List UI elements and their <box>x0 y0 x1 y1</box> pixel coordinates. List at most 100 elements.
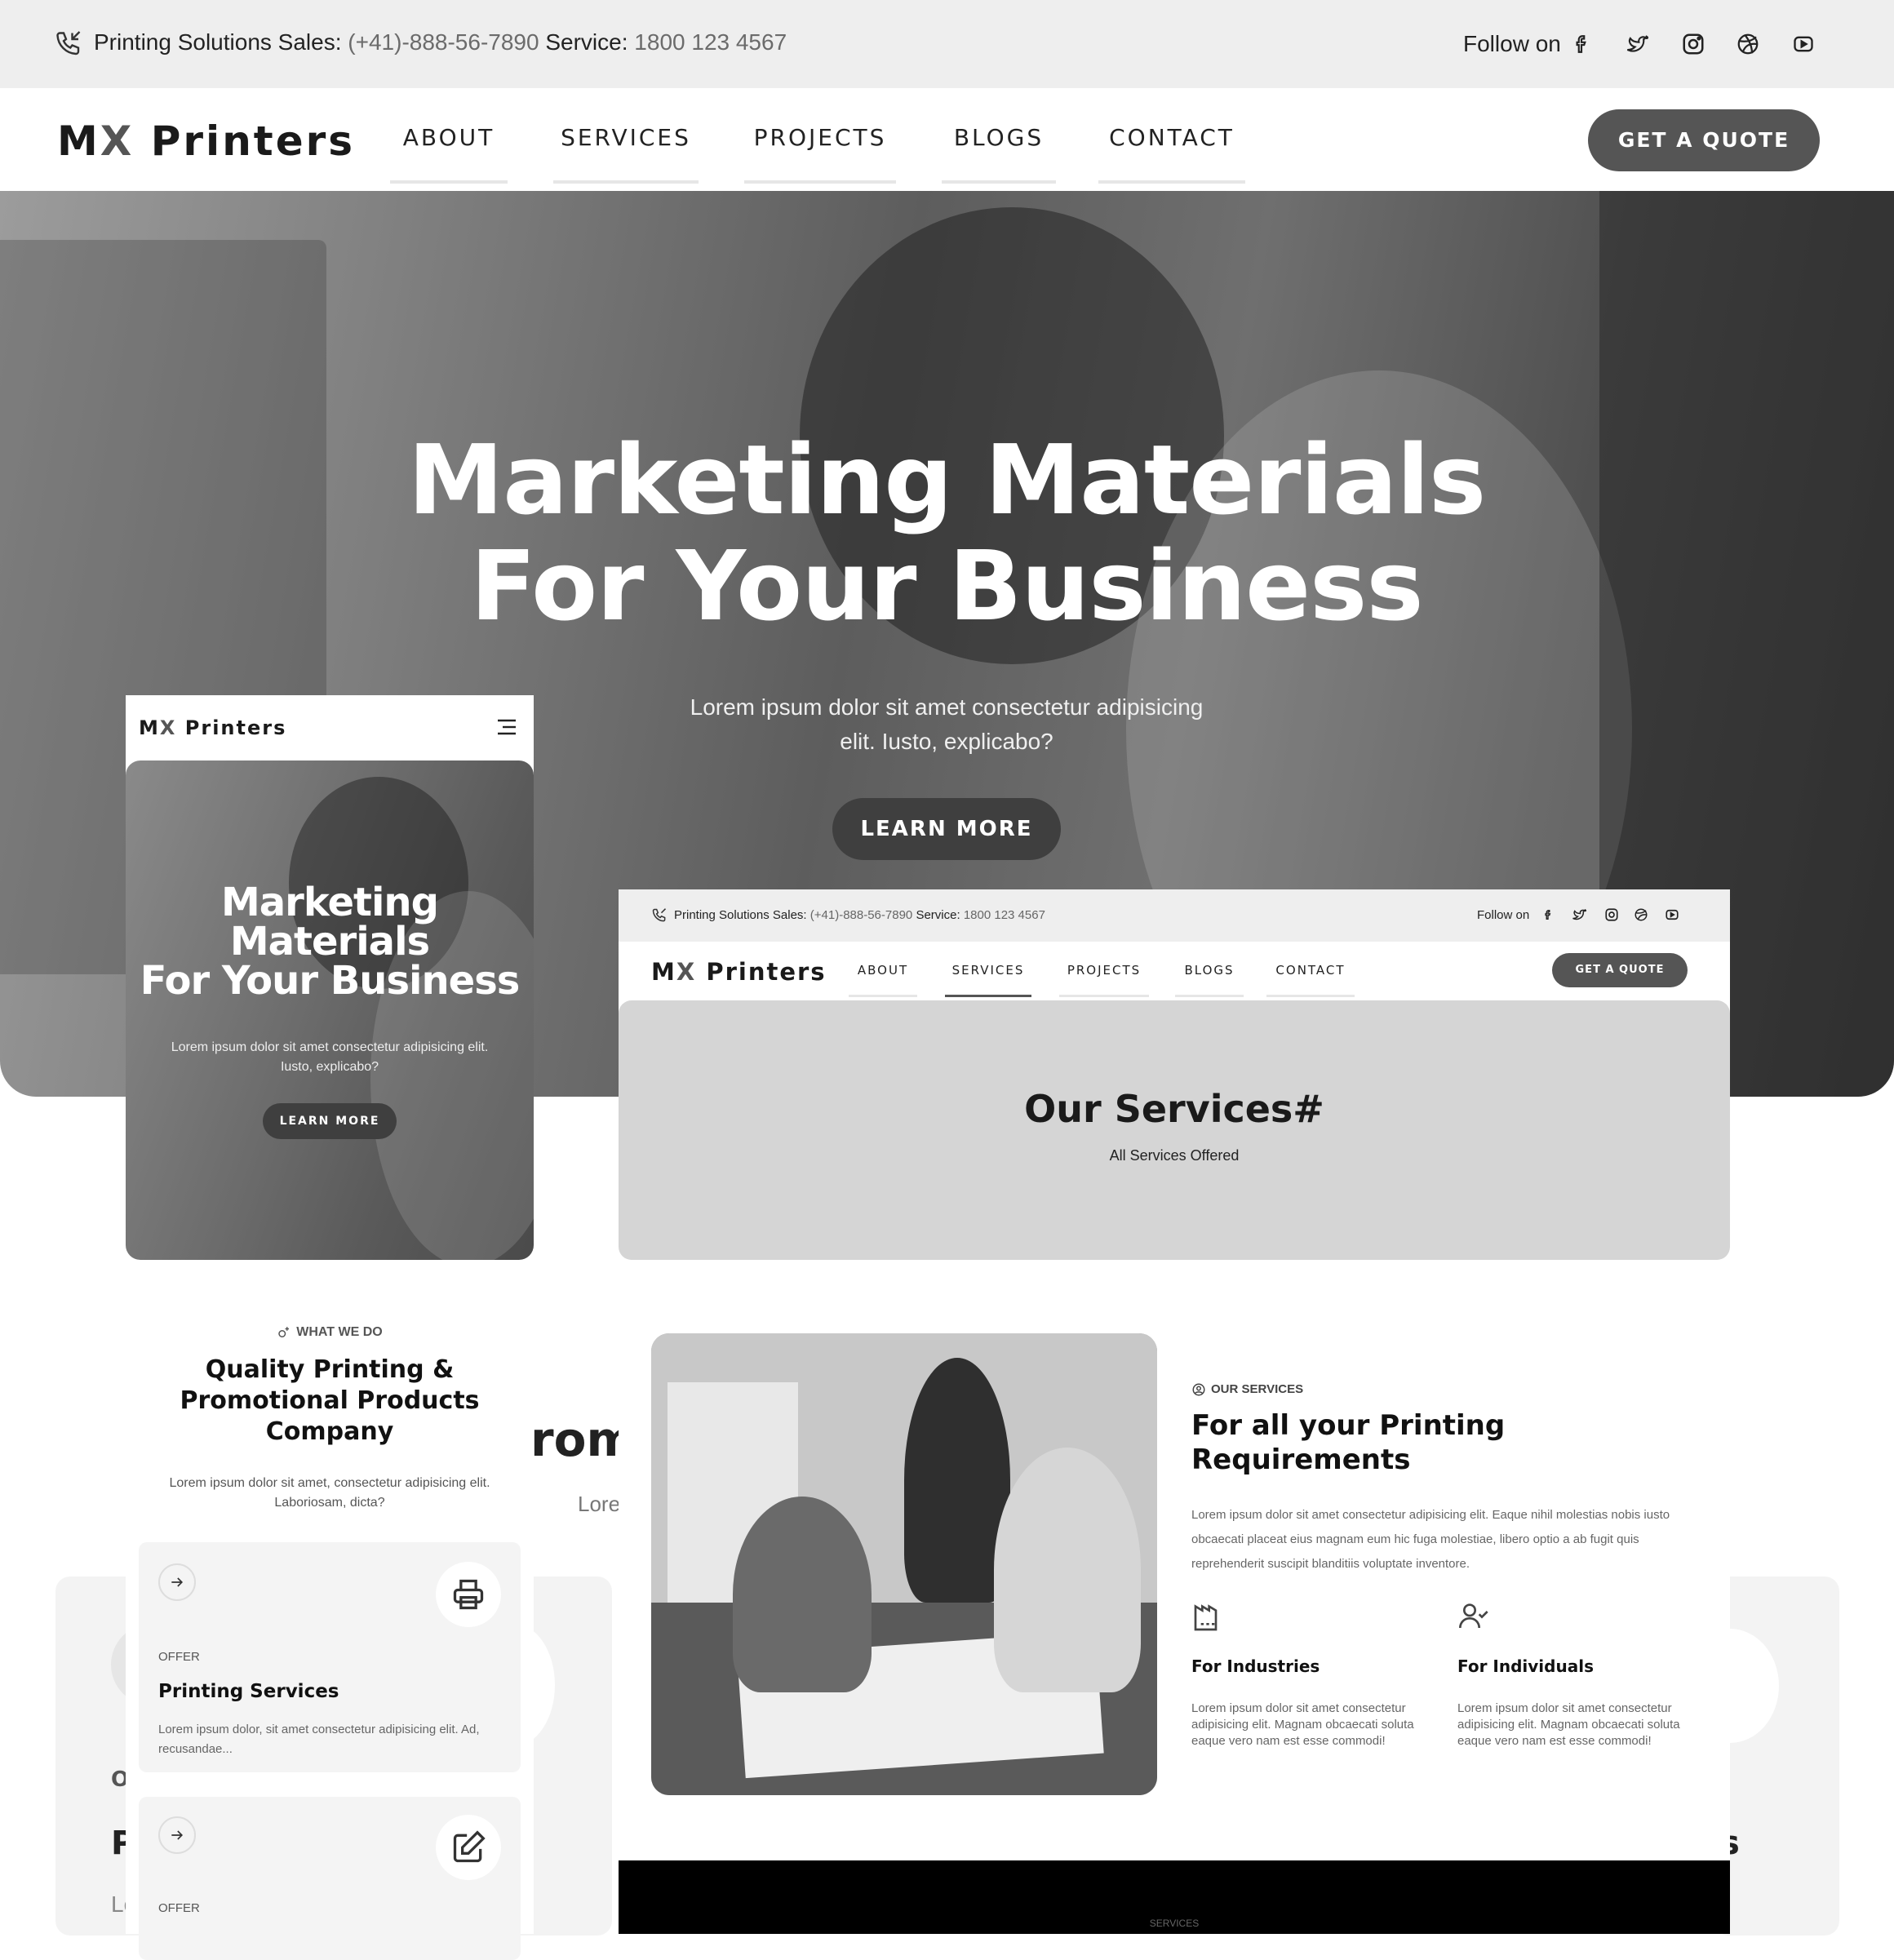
nav-contact[interactable]: CONTACT <box>1266 963 1355 997</box>
sales-number[interactable]: (+41)-888-56-7890 <box>810 908 913 922</box>
sparkle-icon <box>277 1325 291 1340</box>
logo-m: M <box>139 716 160 739</box>
get-quote-button[interactable]: GET A QUOTE <box>1552 953 1688 987</box>
hero-title: Marketing Materials For Your Business <box>294 423 1599 642</box>
background-text: Lore <box>578 1492 621 1516</box>
nav-services-active[interactable]: SERVICES <box>945 963 1031 997</box>
nav-projects[interactable]: PROJECTS <box>744 124 896 184</box>
what-we-do-tag: WHAT WE DO <box>126 1325 534 1340</box>
nav-services[interactable]: SERVICES <box>553 124 699 184</box>
hero-title-line: Marketing Materials <box>407 423 1486 536</box>
learn-more-button[interactable]: LEARN MORE <box>832 798 1061 860</box>
sales-number[interactable]: (+41)-888-56-7890 <box>348 29 539 55</box>
get-quote-button[interactable]: GET A QUOTE <box>1588 109 1820 171</box>
nav-blogs[interactable]: BLOGS <box>942 124 1056 184</box>
offer-tag: OFFER <box>158 1901 200 1915</box>
hero-subtitle: Lorem ipsum dolor sit amet consectetur a… <box>637 690 1257 759</box>
nav-underline <box>1175 995 1244 997</box>
hero-title-line: For Your Business <box>470 529 1423 642</box>
instagram-icon[interactable] <box>1604 907 1619 922</box>
feature-title: For Industries <box>1191 1656 1320 1676</box>
nav-projects-label: PROJECTS <box>1067 963 1142 978</box>
arrow-right-icon[interactable] <box>158 1563 196 1601</box>
nav-projects[interactable]: PROJECTS <box>1059 963 1149 997</box>
arrow-right-icon[interactable] <box>158 1816 196 1854</box>
nav-about[interactable]: ABOUT <box>390 124 508 184</box>
our-services-tag: OUR SERVICES <box>1191 1382 1303 1397</box>
nav-underline <box>1059 995 1149 997</box>
offer-card[interactable]: OFFER Printing Services Lorem ipsum dolo… <box>139 1542 521 1772</box>
logo-x: X <box>100 118 135 165</box>
facebook-icon[interactable] <box>1542 907 1554 922</box>
service-label: Service: <box>916 908 960 922</box>
services-desc: Lorem ipsum dolor sit amet consectetur a… <box>1191 1508 1670 1571</box>
nav-projects-label: PROJECTS <box>753 124 887 151</box>
feature-title: For Individuals <box>1457 1656 1594 1676</box>
logo-m: M <box>651 958 676 986</box>
mobile-logo[interactable]: MX Printers <box>139 716 286 739</box>
contact-line: Printing Solutions Sales: (+41)-888-56-7… <box>94 29 787 55</box>
twitter-icon[interactable] <box>1572 907 1586 922</box>
our-services-label: OUR SERVICES <box>1211 1382 1304 1396</box>
dribbble-icon[interactable] <box>1733 29 1763 59</box>
nav-blogs-label: BLOGS <box>953 124 1045 151</box>
offer-title: Printing Services <box>158 1681 339 1702</box>
offer-tag: OFFER <box>158 1650 200 1664</box>
instagram-icon[interactable] <box>1679 29 1708 59</box>
follow-label: Follow on <box>1477 908 1530 922</box>
logo-name: Printers <box>150 118 356 165</box>
service-number[interactable]: 1800 123 4567 <box>964 908 1045 922</box>
nav-services-label: SERVICES <box>951 963 1025 978</box>
hero-subtitle-line: elit. Iusto, explicabo? <box>840 729 1053 754</box>
desktop-top-bar: Printing Solutions Sales: (+41)-888-56-7… <box>619 889 1730 942</box>
hero-title-line: Materials <box>229 919 430 964</box>
logo-x: X <box>676 958 697 986</box>
logo[interactable]: MX Printers <box>651 958 827 986</box>
mobile-learn-more-button[interactable]: LEARN MORE <box>263 1103 397 1139</box>
service-number[interactable]: 1800 123 4567 <box>634 29 787 55</box>
nav-services-label: SERVICES <box>561 124 691 151</box>
photo-person <box>733 1497 872 1692</box>
logo[interactable]: MX Printers <box>57 118 355 165</box>
mobile-mockup: MX Printers Marketing Materials For Your… <box>126 695 534 1960</box>
banner-subtitle: All Services Offered <box>1109 1147 1240 1164</box>
photo-person <box>994 1448 1141 1692</box>
mobile-hero: Marketing Materials For Your Business Lo… <box>126 760 534 1260</box>
mobile-section-title: Quality Printing & Promotional Products … <box>180 1355 480 1446</box>
top-info-bar: Printing Solutions Sales: (+41)-888-56-7… <box>0 0 1894 88</box>
desktop-mockup: Printing Solutions Sales: (+41)-888-56-7… <box>619 889 1730 1934</box>
nav-blogs[interactable]: BLOGS <box>1175 963 1244 997</box>
mobile-hero-subtitle: Lorem ipsum dolor sit amet consectetur a… <box>171 1040 489 1074</box>
nav-about[interactable]: ABOUT <box>849 963 917 997</box>
hamburger-menu-icon[interactable] <box>496 718 517 736</box>
offer-card[interactable]: OFFER <box>139 1797 521 1960</box>
banner-title: Our Services# <box>1024 1087 1324 1131</box>
nav-contact-label: CONTACT <box>1109 124 1235 151</box>
services-banner: Our Services# All Services Offered <box>619 1000 1730 1260</box>
phone-icon <box>54 29 83 59</box>
service-label: Service: <box>545 29 628 55</box>
follow-label: Follow on <box>1463 31 1561 56</box>
nav-underline <box>942 180 1056 184</box>
nav-underline <box>744 180 896 184</box>
user-circle-icon <box>1191 1382 1206 1397</box>
facebook-icon[interactable] <box>1567 29 1596 59</box>
feature-desc: Lorem ipsum dolor sit amet consectetur a… <box>1457 1701 1680 1748</box>
youtube-icon[interactable] <box>1665 907 1679 922</box>
nav-blogs-label: BLOGS <box>1184 963 1235 978</box>
youtube-icon[interactable] <box>1789 29 1818 59</box>
nav-underline <box>849 995 917 997</box>
dribbble-icon[interactable] <box>1634 907 1648 922</box>
mobile-header: MX Printers <box>126 695 534 760</box>
nav-underline <box>1266 995 1355 997</box>
nav-active-underline <box>945 995 1031 997</box>
dark-section-tag: SERVICES <box>1149 1918 1200 1929</box>
nav-contact[interactable]: CONTACT <box>1098 124 1245 184</box>
hero-subtitle-line: Lorem ipsum dolor sit amet consectetur a… <box>690 694 1204 720</box>
feature-desc: Lorem ipsum dolor sit amet consectetur a… <box>1191 1701 1414 1748</box>
twitter-icon[interactable] <box>1622 29 1652 59</box>
desktop-header: MX Printers ABOUT SERVICES PROJECTS BLOG… <box>619 942 1730 1000</box>
nav-underline <box>553 180 699 184</box>
phone-icon <box>651 907 668 924</box>
what-we-do-label: WHAT WE DO <box>296 1325 383 1340</box>
